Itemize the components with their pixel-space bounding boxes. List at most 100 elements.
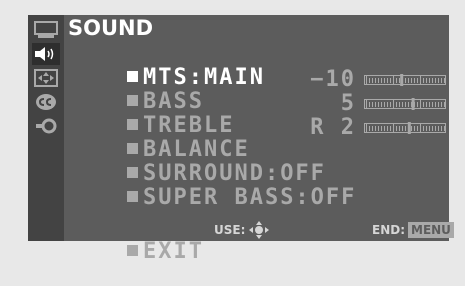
menu-item-exit[interactable]: EXIT [66, 219, 204, 263]
slider-tick [381, 102, 382, 107]
slider-tick [423, 78, 424, 83]
slider-tick [429, 126, 430, 131]
slider-tick [381, 126, 382, 131]
slider-tick [399, 126, 400, 131]
slider-tick [375, 102, 376, 107]
slider-tick [372, 126, 373, 131]
slider-tick [387, 78, 388, 83]
slider-tick [414, 78, 415, 83]
bullet-square-icon [126, 191, 138, 202]
slider-tick [369, 102, 370, 107]
menu-item-label: SUPER BASS:OFF [142, 185, 357, 210]
slider-tick [393, 99, 394, 109]
slider-marker [400, 74, 404, 86]
use-hint: USE: [214, 221, 270, 239]
slider-tick [399, 102, 400, 107]
slider-tick [420, 123, 421, 133]
menu-item-surround[interactable]: SURROUND:OFF [66, 141, 326, 185]
speaker-icon[interactable] [32, 43, 60, 65]
slider-tick [372, 102, 373, 107]
slider-tick [429, 78, 430, 83]
slider-tick [366, 75, 367, 85]
menu-item-super-bass[interactable]: SUPER BASS:OFF [66, 165, 356, 209]
slider-tick [435, 126, 436, 131]
end-hint: END: MENU [372, 221, 454, 239]
slider-tick [402, 102, 403, 107]
slider-tick [369, 78, 370, 83]
slider-tick [366, 99, 367, 109]
bass-value: −10 [310, 67, 356, 92]
slider-tick [438, 102, 439, 107]
slider-tick [423, 102, 424, 107]
slider-tick [426, 102, 427, 107]
menu-title: SOUND [68, 16, 154, 40]
end-label: END: [372, 223, 405, 237]
slider-tick [384, 126, 385, 131]
slider-tick [405, 126, 406, 131]
arrows-icon[interactable] [32, 67, 60, 89]
slider-tick [429, 102, 430, 107]
slider-tick [426, 78, 427, 83]
slider-tick [432, 102, 433, 107]
slider-tick [396, 102, 397, 107]
slider-tick [396, 126, 397, 131]
balance-value: R 2 [310, 115, 356, 140]
menu-item-mts[interactable]: MTS:MAIN [66, 45, 265, 89]
direction-pad-icon [249, 221, 270, 239]
slider-tick [399, 78, 400, 83]
slider-tick [426, 126, 427, 131]
cc-icon[interactable] [32, 91, 60, 113]
slider-tick [441, 102, 442, 107]
slider-tick [378, 126, 379, 131]
slider-tick [405, 78, 406, 83]
slider-tick [369, 126, 370, 131]
osd-menu-panel: SOUND MTS:MAIN BASS −10 TREBLE 5 BALANCE… [28, 15, 454, 263]
slider-tick [387, 126, 388, 131]
slider-tick [420, 75, 421, 85]
slider-tick [441, 78, 442, 83]
slider-tick [375, 78, 376, 83]
slider-tick [387, 102, 388, 107]
balance-level-slider[interactable] [364, 122, 446, 134]
slider-tick [375, 126, 376, 131]
slider-tick [435, 78, 436, 83]
slider-tick [378, 102, 379, 107]
menu-key-button[interactable]: MENU [408, 222, 454, 238]
menu-sidebar [28, 15, 64, 241]
slider-tick [396, 78, 397, 83]
slider-tick [438, 126, 439, 131]
slider-tick [405, 102, 406, 107]
menu-item-label: EXIT [142, 239, 204, 264]
screen-icon[interactable] [32, 19, 60, 41]
slider-tick [402, 126, 403, 131]
slider-tick [408, 78, 409, 83]
slider-tick [366, 123, 367, 133]
slider-tick [378, 78, 379, 83]
slider-tick [444, 126, 445, 131]
bass-level-slider[interactable] [364, 74, 446, 86]
slider-tick [444, 102, 445, 107]
slider-tick [438, 78, 439, 83]
bullet-square-icon [126, 245, 138, 256]
slider-tick [393, 75, 394, 85]
slider-tick [435, 102, 436, 107]
slider-tick [420, 99, 421, 109]
slider-tick [411, 126, 412, 131]
treble-level-slider[interactable] [364, 98, 446, 110]
slider-tick [414, 126, 415, 131]
slider-tick [444, 78, 445, 83]
slider-tick [390, 102, 391, 107]
slider-tick [432, 78, 433, 83]
lock-icon[interactable] [32, 115, 60, 137]
slider-tick [417, 126, 418, 131]
slider-tick [393, 123, 394, 133]
slider-tick [384, 102, 385, 107]
slider-marker [407, 122, 411, 134]
slider-marker [411, 98, 415, 110]
slider-tick [390, 78, 391, 83]
slider-tick [390, 126, 391, 131]
slider-tick [372, 78, 373, 83]
slider-tick [381, 78, 382, 83]
slider-tick [417, 78, 418, 83]
slider-tick [432, 126, 433, 131]
